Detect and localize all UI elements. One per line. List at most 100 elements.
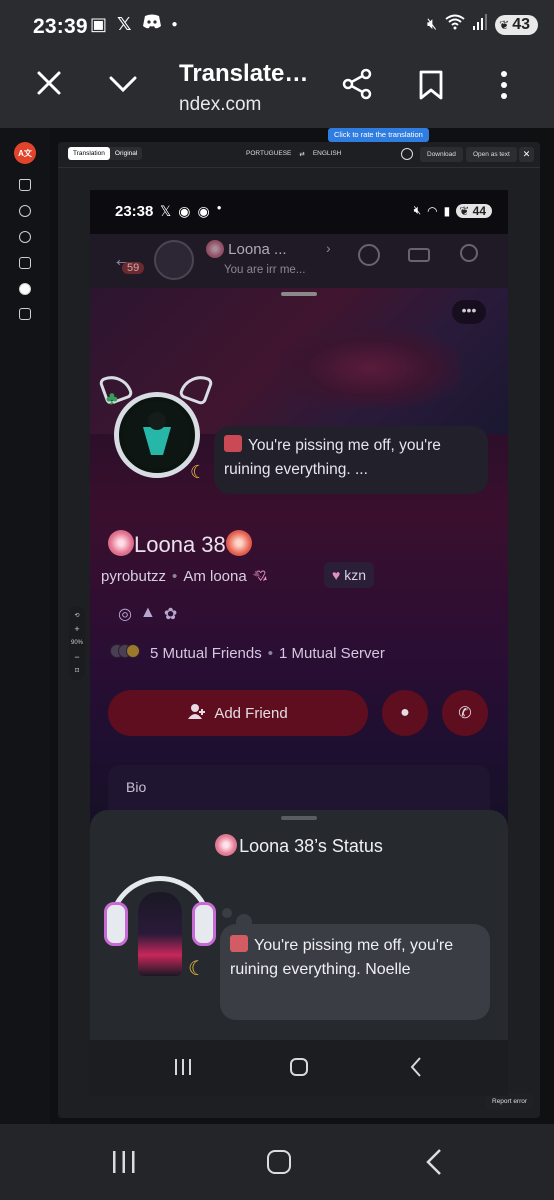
battery-leaf-icon: ❦ [499, 17, 510, 32]
wifi-icon [445, 14, 465, 35]
translator-logo[interactable]: A文 [14, 142, 36, 164]
target-language[interactable]: ENGLISH [313, 150, 342, 158]
tab-translation[interactable]: Translation [68, 147, 110, 160]
mutual-friends: 5 Mutual Friends [150, 644, 262, 662]
header-avatar [154, 240, 194, 280]
clipboard-icon[interactable] [19, 308, 31, 320]
boost-badge-icon[interactable]: ✿ [164, 604, 177, 624]
mutual-avatars [110, 644, 140, 662]
home-icon[interactable] [19, 179, 31, 191]
profile-handle: pyrobutzz • Am loona 💘︎ [101, 568, 268, 585]
inner-notification-icons: 𝕏 ◉ ◉ ● [160, 203, 222, 220]
swap-icon[interactable]: ⇄ [299, 150, 304, 158]
status-emoji-icon [224, 435, 242, 452]
image-translate-icon[interactable] [19, 283, 31, 295]
bookmark-icon[interactable] [418, 70, 444, 105]
inner-status-time: 23:38 [115, 203, 154, 220]
chat-icon[interactable] [19, 231, 31, 243]
thought-dot [222, 908, 232, 918]
mutual-servers: 1 Mutual Server [278, 644, 385, 662]
moon-decoration-icon: ☾ [188, 958, 206, 980]
signal-icon [473, 14, 488, 35]
profile-avatar[interactable]: ☾ ♣ [98, 370, 214, 488]
home-button-icon[interactable] [267, 1150, 291, 1174]
translated-screenshot: 23:38 𝕏 ◉ ◉ ● 🔇︎ ◠ ▮ ❦ 44 ← 59 Loona ...… [90, 190, 508, 1096]
rate-tooltip: Click to rate the translation [328, 128, 429, 142]
call-button[interactable]: ✆ [442, 690, 488, 736]
report-error-button[interactable]: Report error [486, 1094, 534, 1110]
chat-bubble-icon: ● [400, 704, 410, 721]
close-icon[interactable] [36, 70, 62, 101]
chevron-right-icon[interactable]: › [326, 240, 331, 256]
close-panel-button[interactable]: ✕ [519, 147, 534, 162]
battery-level: 43 [512, 15, 530, 33]
mute-icon: 🔇︎ [427, 15, 438, 33]
recents-icon[interactable] [174, 1058, 192, 1081]
back-icon[interactable] [410, 1056, 422, 1083]
voice-call-icon[interactable] [358, 244, 380, 266]
profile-badges: ◎ ▲ ✿ [118, 604, 177, 624]
phone-icon: ✆ [458, 705, 472, 722]
zoom-out-button[interactable]: − [74, 652, 79, 662]
header-name: Loona ... [206, 240, 287, 258]
dm-header: ← 59 Loona ... You are irr me... › [90, 234, 508, 288]
inner-battery: ❦ 44 [456, 203, 492, 218]
wifi-icon: ◠ [427, 203, 438, 218]
username: pyrobutzz [101, 568, 167, 585]
download-button[interactable]: Download [420, 147, 463, 162]
system-nav-bar [0, 1124, 554, 1200]
flower-icon [108, 530, 134, 556]
nitro-badge-icon[interactable]: ◎ [118, 604, 132, 624]
status-bubble: You're pissing me off, you're ruining ev… [220, 924, 490, 1020]
home-button-icon[interactable] [290, 1058, 308, 1076]
more-notifications-dot: ● [216, 203, 222, 212]
chevron-down-icon[interactable] [108, 74, 138, 99]
battery-leaf-icon: ❦ [459, 203, 470, 218]
document-icon[interactable] [19, 257, 31, 269]
moon-decoration-icon: ☾ [190, 462, 207, 482]
server-tag[interactable]: ♥ kzn [324, 562, 374, 588]
avatar [126, 644, 140, 658]
page-url[interactable]: ndex.com [179, 94, 261, 116]
headphone-ear-left [104, 902, 128, 946]
mutuals-row[interactable]: 5 Mutual Friends • 1 Mutual Server [110, 644, 385, 662]
rotate-icon[interactable]: ⟲ [74, 612, 79, 619]
discord-icon: ◉ [178, 203, 191, 219]
add-friend-button[interactable]: Add Friend [108, 690, 368, 736]
status-text: You're pissing me off, you're ruining ev… [230, 937, 454, 978]
discord-icon: ◉ [197, 203, 210, 219]
source-language[interactable]: PORTUGUESE [246, 150, 291, 158]
recents-icon[interactable] [112, 1150, 136, 1179]
header-subtitle: You are irr me... [224, 264, 306, 276]
page-title: Translate… [179, 60, 309, 87]
headphone-ear-right [192, 902, 216, 946]
open-as-text-button[interactable]: Open as text [466, 147, 517, 162]
heart-icon: ♥ [332, 567, 341, 583]
tab-original[interactable]: Original [110, 147, 142, 160]
status-preview-bubble[interactable]: You're pissing me off, you're ruining ev… [214, 426, 488, 494]
system-icons: 🔇︎ ❦ 43 [427, 14, 538, 35]
zoom-in-button[interactable]: + [74, 624, 79, 634]
back-icon[interactable] [426, 1148, 442, 1181]
search-icon[interactable] [460, 244, 478, 262]
panel-header: Translation Original PORTUGUESE ⇄ ENGLIS… [58, 142, 540, 168]
flower-icon [225, 530, 252, 556]
status-sheet-title-text: Loona 38’s Status [239, 836, 383, 856]
sheet-handle[interactable] [281, 816, 317, 820]
rate-translation-icon[interactable] [401, 148, 413, 160]
sheet-avatar: ☾ [104, 874, 216, 982]
hypesquad-badge-icon[interactable]: ▲ [140, 604, 156, 624]
link-icon[interactable] [19, 205, 31, 217]
fit-icon[interactable]: ⊡ [74, 667, 79, 674]
video-call-icon[interactable] [408, 248, 430, 262]
browser-toolbar: Translate… ndex.com [0, 52, 554, 128]
status-bar: 23:39 ▣ 𝕏 ● 🔇︎ ❦ 43 [0, 0, 554, 52]
clover-decoration-icon: ♣ [106, 388, 118, 408]
unread-badge: 59 [122, 262, 145, 274]
banner-more-icon[interactable]: ••• [452, 300, 486, 324]
screenshot-icon: ▣ [90, 14, 108, 34]
share-icon[interactable] [342, 68, 372, 105]
more-options-icon[interactable] [500, 70, 508, 105]
message-button[interactable]: ● [382, 690, 428, 736]
display-name: Loona 38 [108, 530, 252, 558]
